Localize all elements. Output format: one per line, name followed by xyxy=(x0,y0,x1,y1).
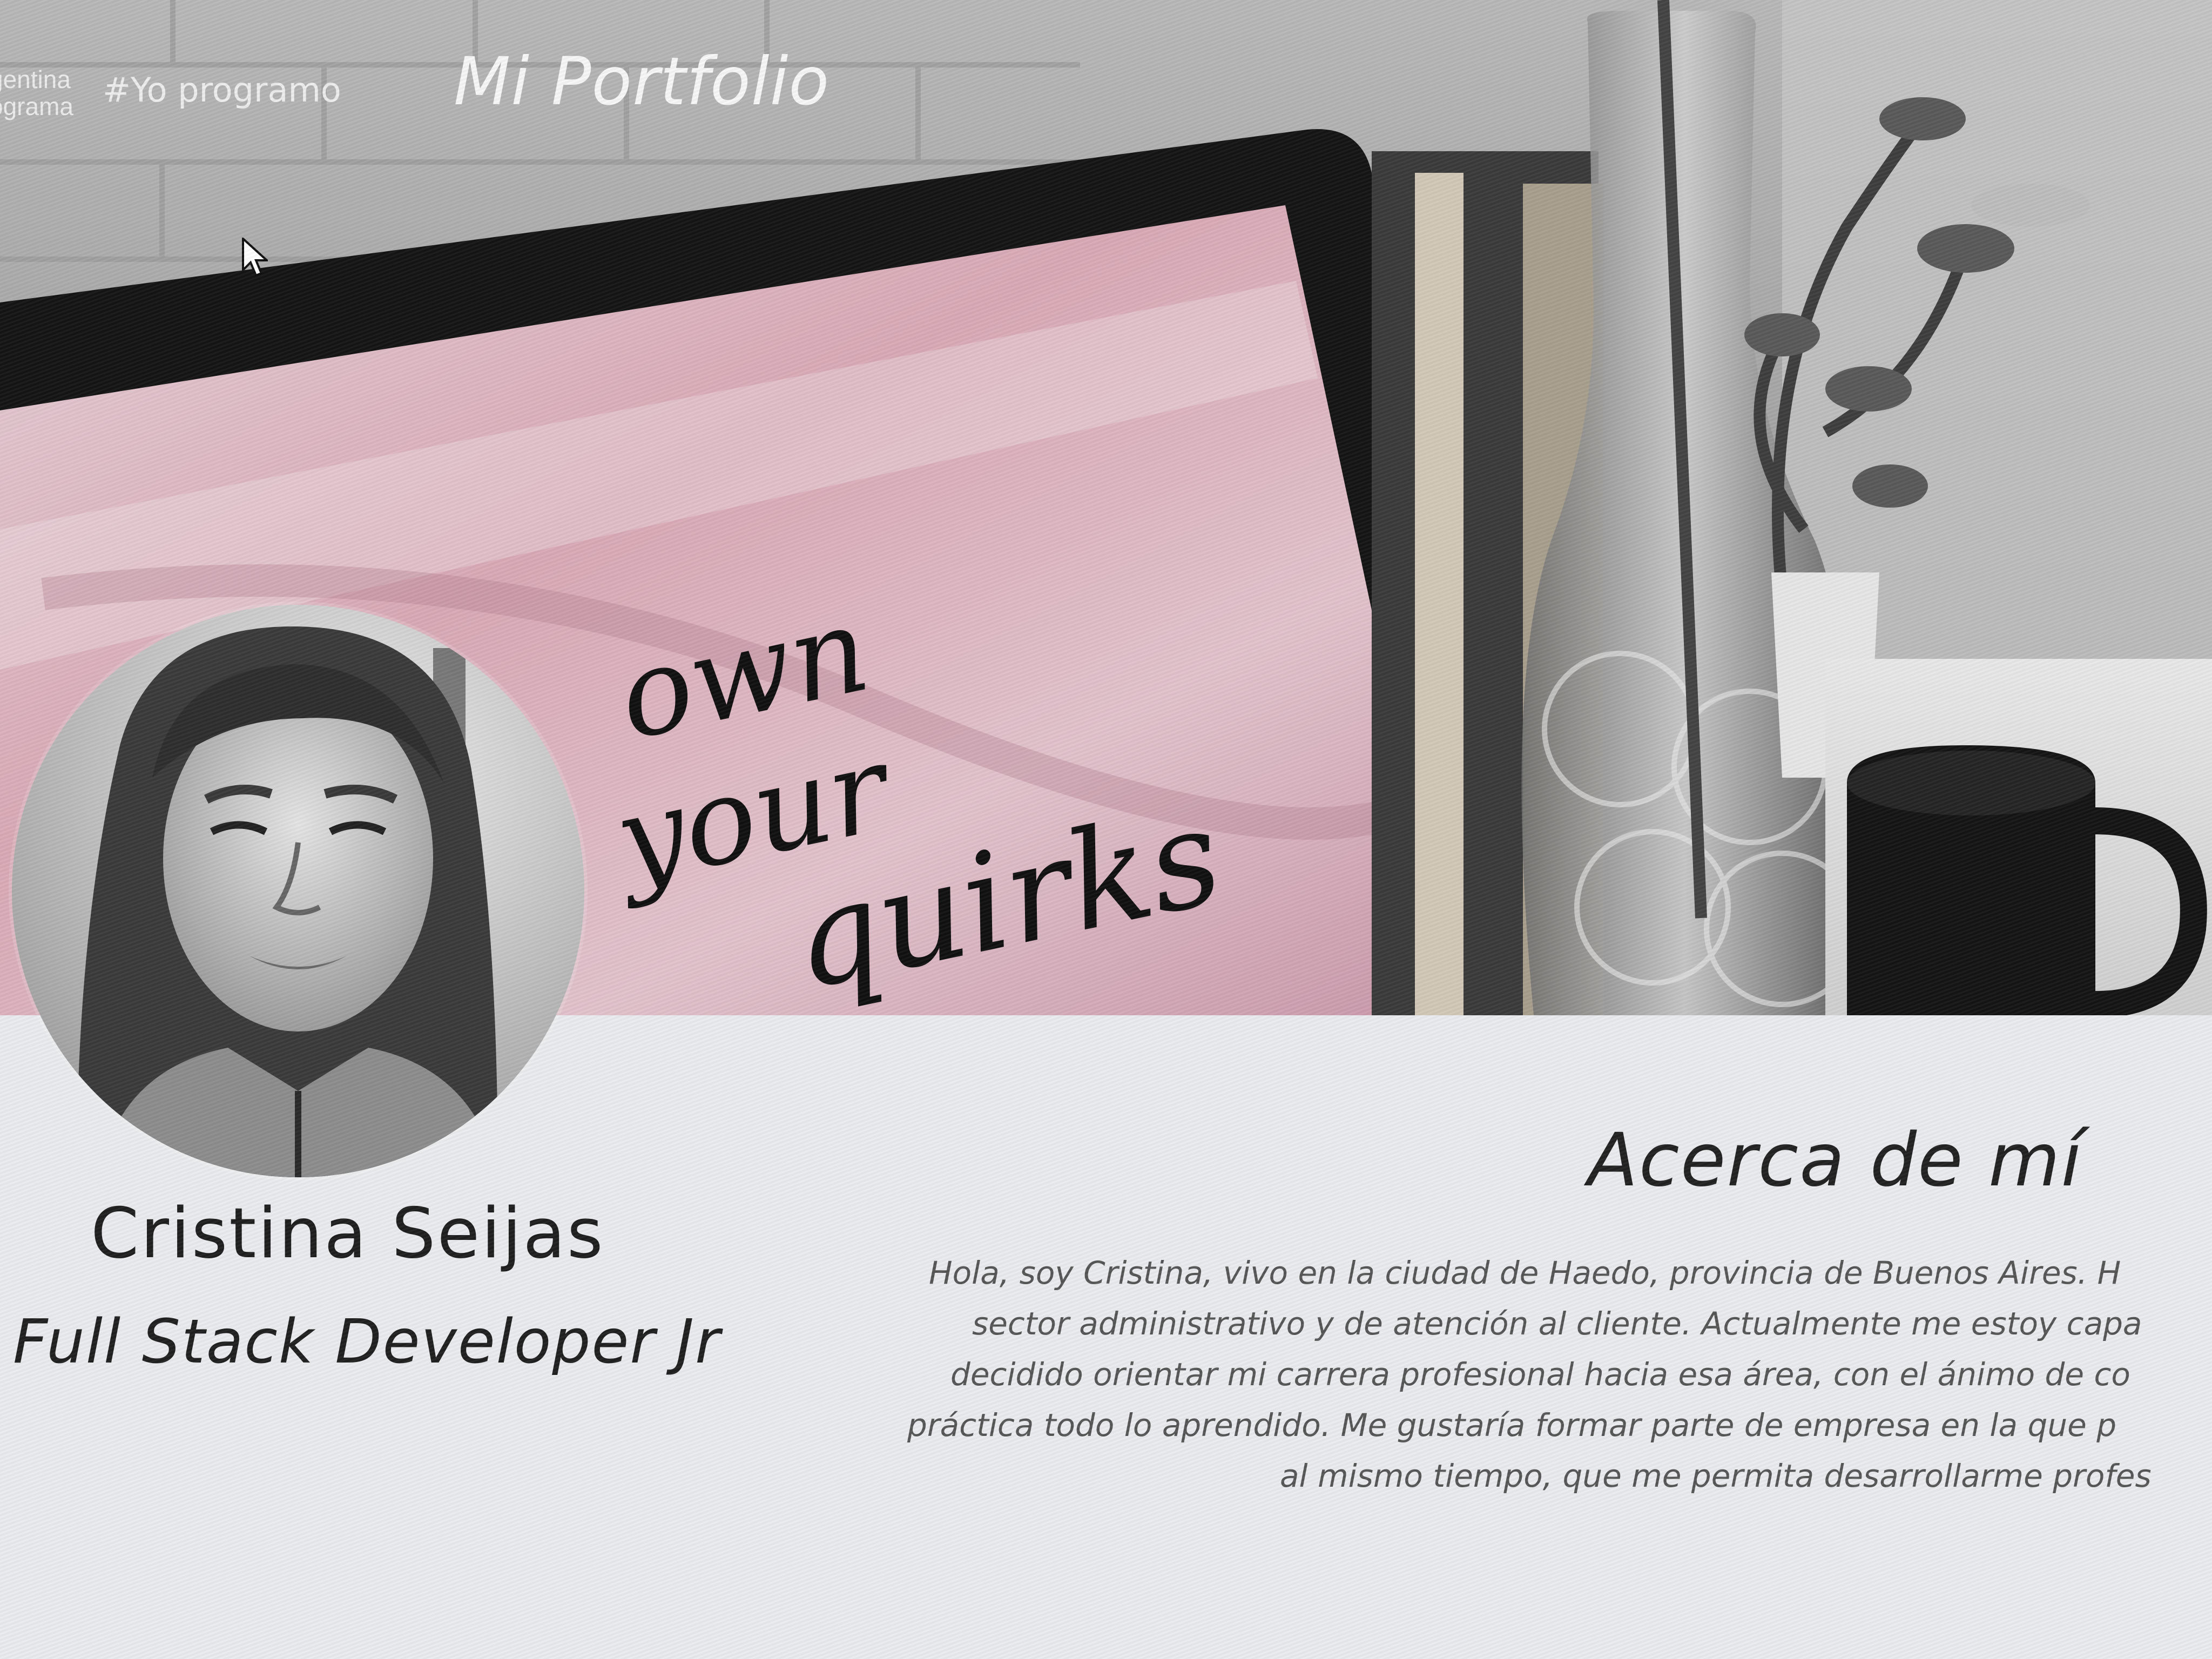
profile-role: Full Stack Developer Jr xyxy=(13,1307,721,1377)
about-line: Hola, soy Cristina, vivo en la ciudad de… xyxy=(929,1255,2121,1291)
navbar: gentina ograma #Yo programo Mi Portfolio xyxy=(0,0,2212,162)
site-title: Mi Portfolio xyxy=(454,43,830,120)
yo-programo-link[interactable]: #Yo programo xyxy=(103,70,341,110)
profile-avatar xyxy=(12,605,584,1177)
argentina-programa-logo[interactable]: gentina ograma xyxy=(0,66,81,120)
profile-name: Cristina Seijas xyxy=(91,1193,605,1274)
profile-photo xyxy=(12,605,584,1177)
portfolio-page: own your quirks entina grama #Yo program… xyxy=(0,0,2212,1659)
about-text: Hola, soy Cristina, vivo en la ciudad de… xyxy=(896,1247,2212,1501)
brand-line-2: ograma xyxy=(0,92,73,120)
mouse-pointer-icon xyxy=(242,238,268,277)
about-line: práctica todo lo aprendido. Me gustaría … xyxy=(907,1407,2117,1444)
about-line: al mismo tiempo, que me permita desarrol… xyxy=(1280,1458,2152,1494)
about-line: decidido orientar mi carrera profesional… xyxy=(950,1356,2130,1393)
about-line: sector administrativo y de atención al c… xyxy=(972,1305,2142,1342)
brand-line-1: gentina xyxy=(0,65,71,93)
about-title: Acerca de mí xyxy=(1588,1118,2083,1203)
